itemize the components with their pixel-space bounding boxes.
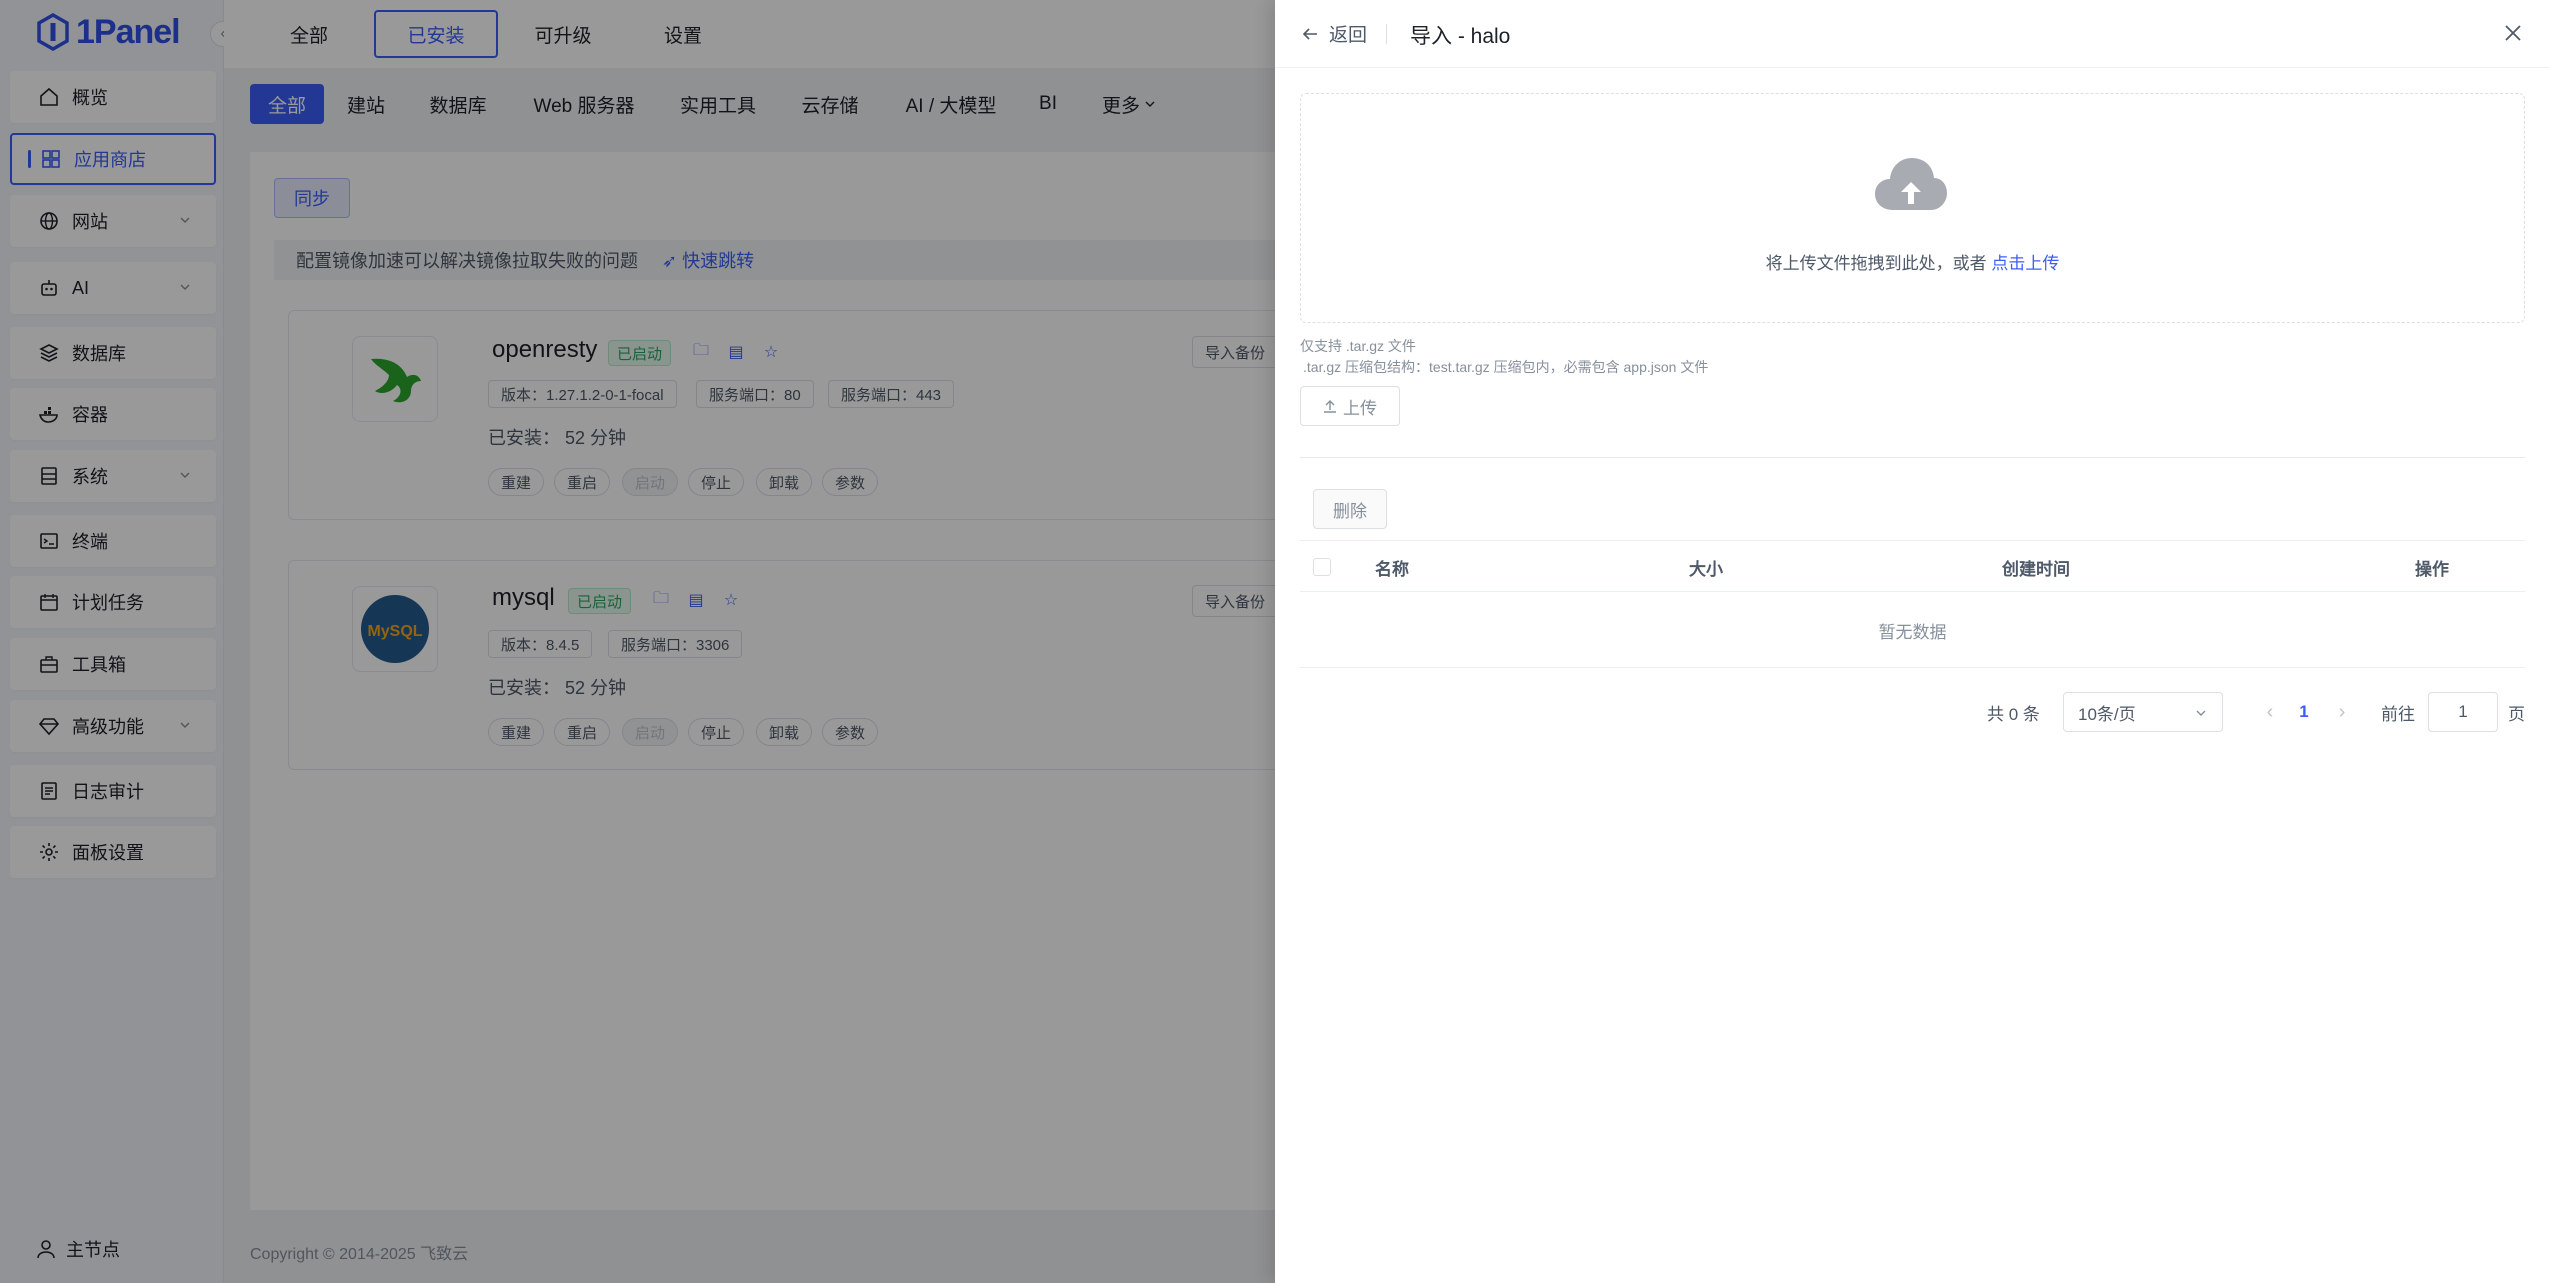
drawer-header: 返回 导入 - halo	[1275, 0, 2550, 68]
column-size: 大小	[1689, 560, 1723, 579]
dropzone-instruction: 将上传文件拖拽到此处，或者	[1765, 254, 1987, 273]
back-label: 返回	[1329, 25, 1368, 46]
select-all-checkbox[interactable]	[1313, 558, 1331, 576]
drawer-title: 导入 - halo	[1410, 25, 1511, 48]
file-type-hint: 仅支持 .tar.gz 文件	[1300, 338, 1416, 354]
page-size-select[interactable]: 10条/页	[2063, 692, 2223, 732]
table-header: 名称 大小 创建时间 操作	[1300, 540, 2525, 592]
section-divider	[1300, 457, 2525, 458]
import-drawer: 返回 导入 - halo 将上传文件拖拽到此处，或者 点击上传 仅支持 .tar…	[1275, 0, 2550, 1283]
goto-page-input[interactable]: 1	[2428, 692, 2498, 732]
delete-button[interactable]: 删除	[1313, 489, 1387, 529]
dropzone-text: 将上传文件拖拽到此处，或者 点击上传	[1301, 249, 2524, 274]
prev-page-button[interactable]: ‹	[2260, 692, 2280, 732]
file-structure-hint: .tar.gz 压缩包结构：test.tar.gz 压缩包内，必需包含 app.…	[1303, 359, 1709, 375]
close-icon[interactable]	[2502, 22, 2524, 44]
empty-row: 暂无数据	[1300, 592, 2525, 668]
goto-label: 前往	[2381, 704, 2415, 724]
upload-button[interactable]: 上传	[1300, 386, 1400, 426]
header-divider	[1386, 24, 1387, 44]
column-actions: 操作	[2415, 560, 2449, 579]
next-page-button[interactable]: ›	[2332, 692, 2352, 732]
page-suffix: 页	[2508, 704, 2525, 724]
column-created-time: 创建时间	[2002, 560, 2070, 579]
current-page[interactable]: 1	[2292, 692, 2316, 732]
arrow-left-icon	[1302, 27, 1317, 40]
upload-dropzone[interactable]: 将上传文件拖拽到此处，或者 点击上传	[1300, 93, 2525, 323]
empty-text: 暂无数据	[1878, 623, 1947, 642]
page-size-value: 10条/页	[2078, 704, 2136, 724]
cloud-upload-icon	[1875, 158, 1947, 210]
upload-icon	[1324, 400, 1336, 413]
column-name: 名称	[1375, 560, 1409, 579]
click-upload-link[interactable]: 点击上传	[1991, 254, 2059, 273]
chevron-down-icon	[2196, 710, 2206, 716]
upload-label: 上传	[1343, 398, 1377, 418]
total-count: 共 0 条	[1987, 704, 2040, 724]
back-button[interactable]: 返回	[1301, 20, 1367, 47]
